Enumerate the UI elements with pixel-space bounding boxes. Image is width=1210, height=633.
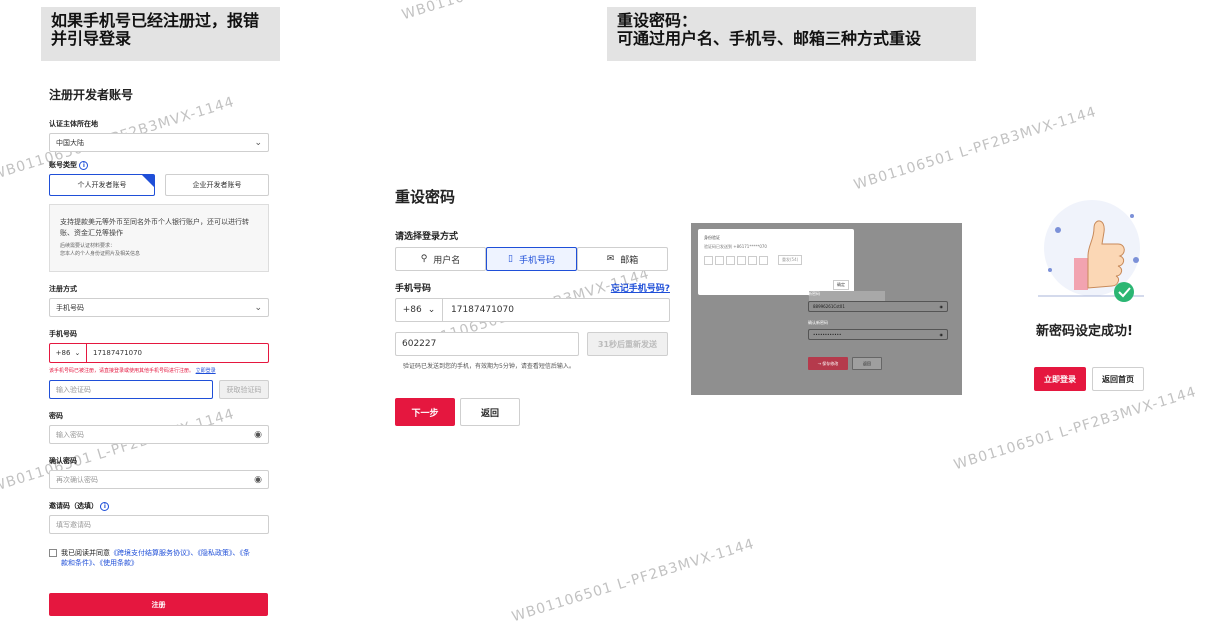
reset-password-form: 重设密码 请选择登录方式 ⚲ 用户名 ▯ 手机号码 ✉ 邮箱 手机号码 忘记手机号码?… bbox=[395, 186, 670, 426]
phone-icon: ▯ bbox=[508, 254, 513, 264]
chevron-down-icon: ⌄ bbox=[427, 305, 436, 315]
selected-corner-icon bbox=[142, 175, 154, 187]
chevron-down-icon: ⌄ bbox=[254, 302, 262, 313]
watermark: WB01106501 L-PF2B3MVX-1144 bbox=[852, 104, 1099, 194]
password-label: 密码 bbox=[49, 412, 63, 420]
resend-code-button[interactable]: 31秒后重新发送 bbox=[587, 332, 668, 356]
country-code-select[interactable]: +86 ⌄ bbox=[50, 344, 87, 362]
reset-phone-label: 手机号码 bbox=[395, 284, 432, 294]
register-form: 注册开发者账号 认证主体所在地 中国大陆 ⌄ 账号类型 i 个人开发者账号 企业… bbox=[49, 86, 269, 616]
register-submit-button[interactable]: 注册 bbox=[49, 593, 268, 616]
forgot-phone-link[interactable]: 忘记手机号码? bbox=[611, 281, 670, 294]
account-type-label: 账号类型 i bbox=[49, 160, 269, 170]
agree-checkbox[interactable] bbox=[49, 549, 57, 557]
next-step-button[interactable]: 下一步 bbox=[395, 398, 455, 426]
chevron-down-icon: ⌄ bbox=[74, 349, 81, 357]
verify-dialog: 身份验证 验证码已发送到 +86171*****070 重发(54) 确定 bbox=[698, 229, 854, 295]
annotation-note-left: 如果手机号已经注册过，报错并引导登录 bbox=[41, 7, 280, 61]
watermark: WB01106501 L-PF2B3MVX-1144 bbox=[510, 536, 757, 626]
back-button[interactable]: 返回 bbox=[460, 398, 520, 426]
confirm-password-label: 确认密码 bbox=[49, 457, 77, 465]
success-title: 新密码设定成功! bbox=[1036, 324, 1133, 339]
agreement-links[interactable]: 《跨境支付结算服务协议》、《隐私政策》、《条 bbox=[110, 549, 250, 557]
reset-mock-screenshot: 身份验证 验证码已发送到 +86171*****070 重发(54) 确定 新密… bbox=[691, 223, 962, 395]
phone-error: 该手机号码已被注册，请直接登录或使用其他手机号码进行注册。 立即登录 bbox=[49, 368, 216, 374]
get-code-button[interactable]: 获取验证码 bbox=[219, 380, 269, 399]
invite-code-label: 邀请码（选填） i bbox=[49, 501, 269, 511]
eye-off-icon[interactable]: ◉ bbox=[254, 430, 262, 440]
login-method-tabs: ⚲ 用户名 ▯ 手机号码 ✉ 邮箱 bbox=[395, 247, 670, 271]
user-icon: ⚲ bbox=[420, 254, 428, 264]
invite-code-input[interactable]: 填写邀请码 bbox=[49, 515, 269, 534]
password-input[interactable]: 输入密码 ◉ bbox=[49, 425, 269, 444]
reset-code-input[interactable]: 602227 bbox=[395, 332, 579, 356]
register-method-select[interactable]: 手机号码 ⌄ bbox=[49, 298, 269, 317]
phone-label: 手机号码 bbox=[49, 330, 77, 338]
confirm-password-input[interactable]: 再次确认密码 ◉ bbox=[49, 470, 269, 489]
verification-code-input[interactable]: 输入验证码 bbox=[49, 380, 213, 399]
reset-country-code-select[interactable]: +86 ⌄ bbox=[396, 299, 443, 321]
reset-phone-input-group: +86 ⌄ 17187471070 bbox=[395, 298, 670, 322]
code-sent-hint: 验证码已发送到您的手机，有效期为5分钟，请查看短信后输入。 bbox=[403, 363, 575, 370]
register-method-label: 注册方式 bbox=[49, 285, 77, 293]
tab-personal-account[interactable]: 个人开发者账号 bbox=[49, 174, 155, 196]
info-icon: i bbox=[100, 502, 110, 511]
phone-input[interactable]: 17187471070 bbox=[87, 349, 142, 357]
login-now-button[interactable]: 立即登录 bbox=[1034, 367, 1086, 391]
page-title: 注册开发者账号 bbox=[49, 88, 134, 102]
region-label: 认证主体所在地 bbox=[49, 120, 98, 128]
info-icon: i bbox=[79, 161, 89, 170]
annotation-note-right: 重设密码： 可通过用户名、手机号、邮箱三种方式重设 bbox=[607, 7, 976, 61]
mail-icon: ✉ bbox=[606, 254, 615, 264]
agreement-row: 我已阅读并同意《跨境支付结算服务协议》、《隐私政策》、《条 款和条件》、《使用条… bbox=[49, 548, 269, 568]
tab-phone[interactable]: ▯ 手机号码 bbox=[486, 247, 577, 271]
back-home-button[interactable]: 返回首页 bbox=[1092, 367, 1144, 391]
agreement-links-2[interactable]: 款和条件》、《使用条款》 bbox=[61, 559, 138, 567]
eye-icon: ◉ bbox=[939, 304, 944, 309]
account-info-box: 支持提款美元等外币至同名外币个人银行账户，还可以进行转 账、资金汇兑等操作 后续… bbox=[49, 204, 269, 272]
watermark: WB01106501 L-PF2B3MVX-1144 bbox=[952, 384, 1199, 474]
login-now-link[interactable]: 立即登录 bbox=[196, 368, 216, 374]
reset-title: 重设密码 bbox=[395, 188, 456, 206]
region-select[interactable]: 中国大陆 ⌄ bbox=[49, 133, 269, 152]
login-method-label: 请选择登录方式 bbox=[395, 232, 459, 242]
tab-username[interactable]: ⚲ 用户名 bbox=[395, 247, 486, 271]
reset-phone-input[interactable]: 17187471070 bbox=[443, 305, 514, 315]
eye-off-icon[interactable]: ◉ bbox=[254, 475, 262, 485]
tab-email[interactable]: ✉ 邮箱 bbox=[577, 247, 668, 271]
tab-enterprise-account[interactable]: 企业开发者账号 bbox=[165, 174, 269, 196]
chevron-down-icon: ⌄ bbox=[254, 137, 262, 148]
success-illustration bbox=[1036, 200, 1156, 304]
eye-icon: ◉ bbox=[939, 332, 944, 337]
phone-input-group: +86 ⌄ 17187471070 bbox=[49, 343, 269, 363]
